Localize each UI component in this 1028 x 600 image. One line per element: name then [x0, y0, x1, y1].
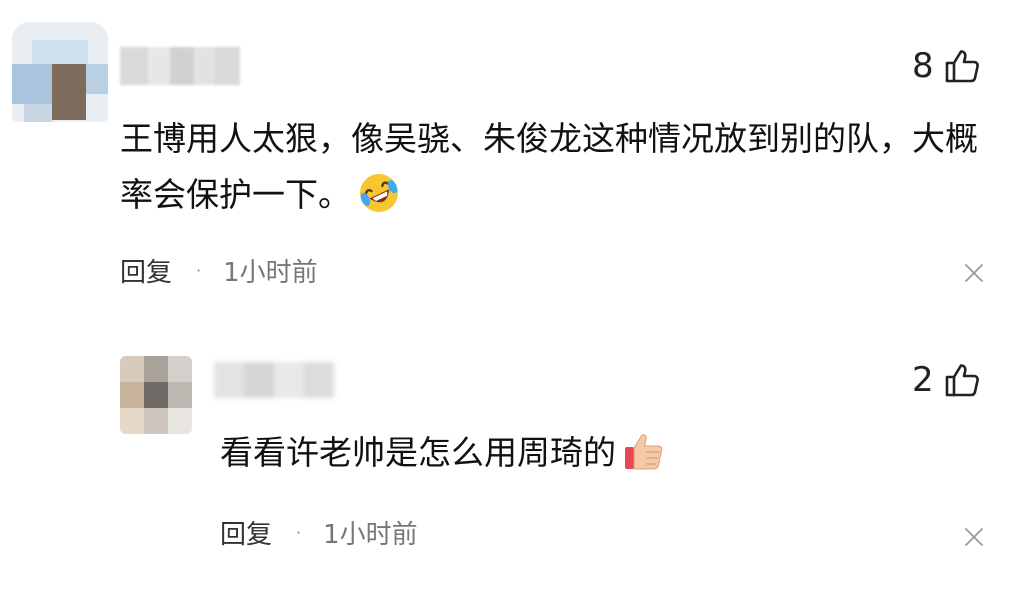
- comment-text: 王博用人太狠，像吴骁、朱俊龙这种情况放到别的队，大概率会保护一下。: [120, 119, 978, 214]
- avatar-pixel: [120, 356, 144, 382]
- avatar-pixel: [52, 64, 86, 120]
- avatar-pixel: [120, 408, 144, 434]
- avatar-pixel: [144, 356, 168, 382]
- thumbs-up-outline-icon[interactable]: [944, 362, 980, 398]
- avatar-pixel: [86, 64, 108, 94]
- comment-thread: 8 王博用人太狠，像吴骁、朱俊龙这种情况放到别的队，大概率会保护一下。 回复 ·…: [0, 0, 1028, 600]
- avatar-pixel: [168, 382, 192, 408]
- close-icon[interactable]: [963, 262, 985, 284]
- like-control[interactable]: 2: [912, 360, 980, 400]
- avatar-pixel: [168, 356, 192, 382]
- comment-body: 王博用人太狠，像吴骁、朱俊龙这种情况放到别的队，大概率会保护一下。: [120, 111, 1010, 232]
- timestamp: 1小时前: [323, 519, 418, 550]
- like-control[interactable]: 8: [912, 46, 980, 86]
- avatar-pixel: [32, 40, 88, 64]
- avatar-pixel: [24, 104, 52, 122]
- username-blurred[interactable]: [214, 362, 334, 398]
- thumbs-up-emoji: [622, 429, 666, 490]
- reply-button[interactable]: 回复: [220, 514, 272, 551]
- rolling-on-floor-laughing-emoji: [357, 171, 401, 232]
- like-count: 8: [912, 46, 934, 86]
- separator-dot: ·: [296, 522, 302, 542]
- avatar[interactable]: [12, 22, 108, 122]
- avatar-pixel: [12, 64, 52, 104]
- avatar-pixel: [120, 382, 144, 408]
- reply-button[interactable]: 回复: [120, 252, 172, 289]
- avatar-pixel: [168, 408, 192, 434]
- timestamp: 1小时前: [223, 257, 318, 288]
- avatar-pixel: [144, 408, 168, 434]
- comment-footer: 回复 · 1小时前: [220, 512, 418, 552]
- thumbs-up-outline-icon[interactable]: [944, 48, 980, 84]
- avatar[interactable]: [120, 356, 192, 434]
- separator-dot: ·: [196, 260, 202, 280]
- username-blurred[interactable]: [120, 47, 240, 85]
- like-count: 2: [912, 360, 934, 400]
- comment-footer: 回复 · 1小时前: [120, 250, 318, 290]
- avatar-pixel: [144, 382, 168, 408]
- close-icon[interactable]: [963, 526, 985, 548]
- comment-text: 看看许老帅是怎么用周琦的: [220, 433, 616, 472]
- comment-body: 看看许老帅是怎么用周琦的: [220, 425, 920, 490]
